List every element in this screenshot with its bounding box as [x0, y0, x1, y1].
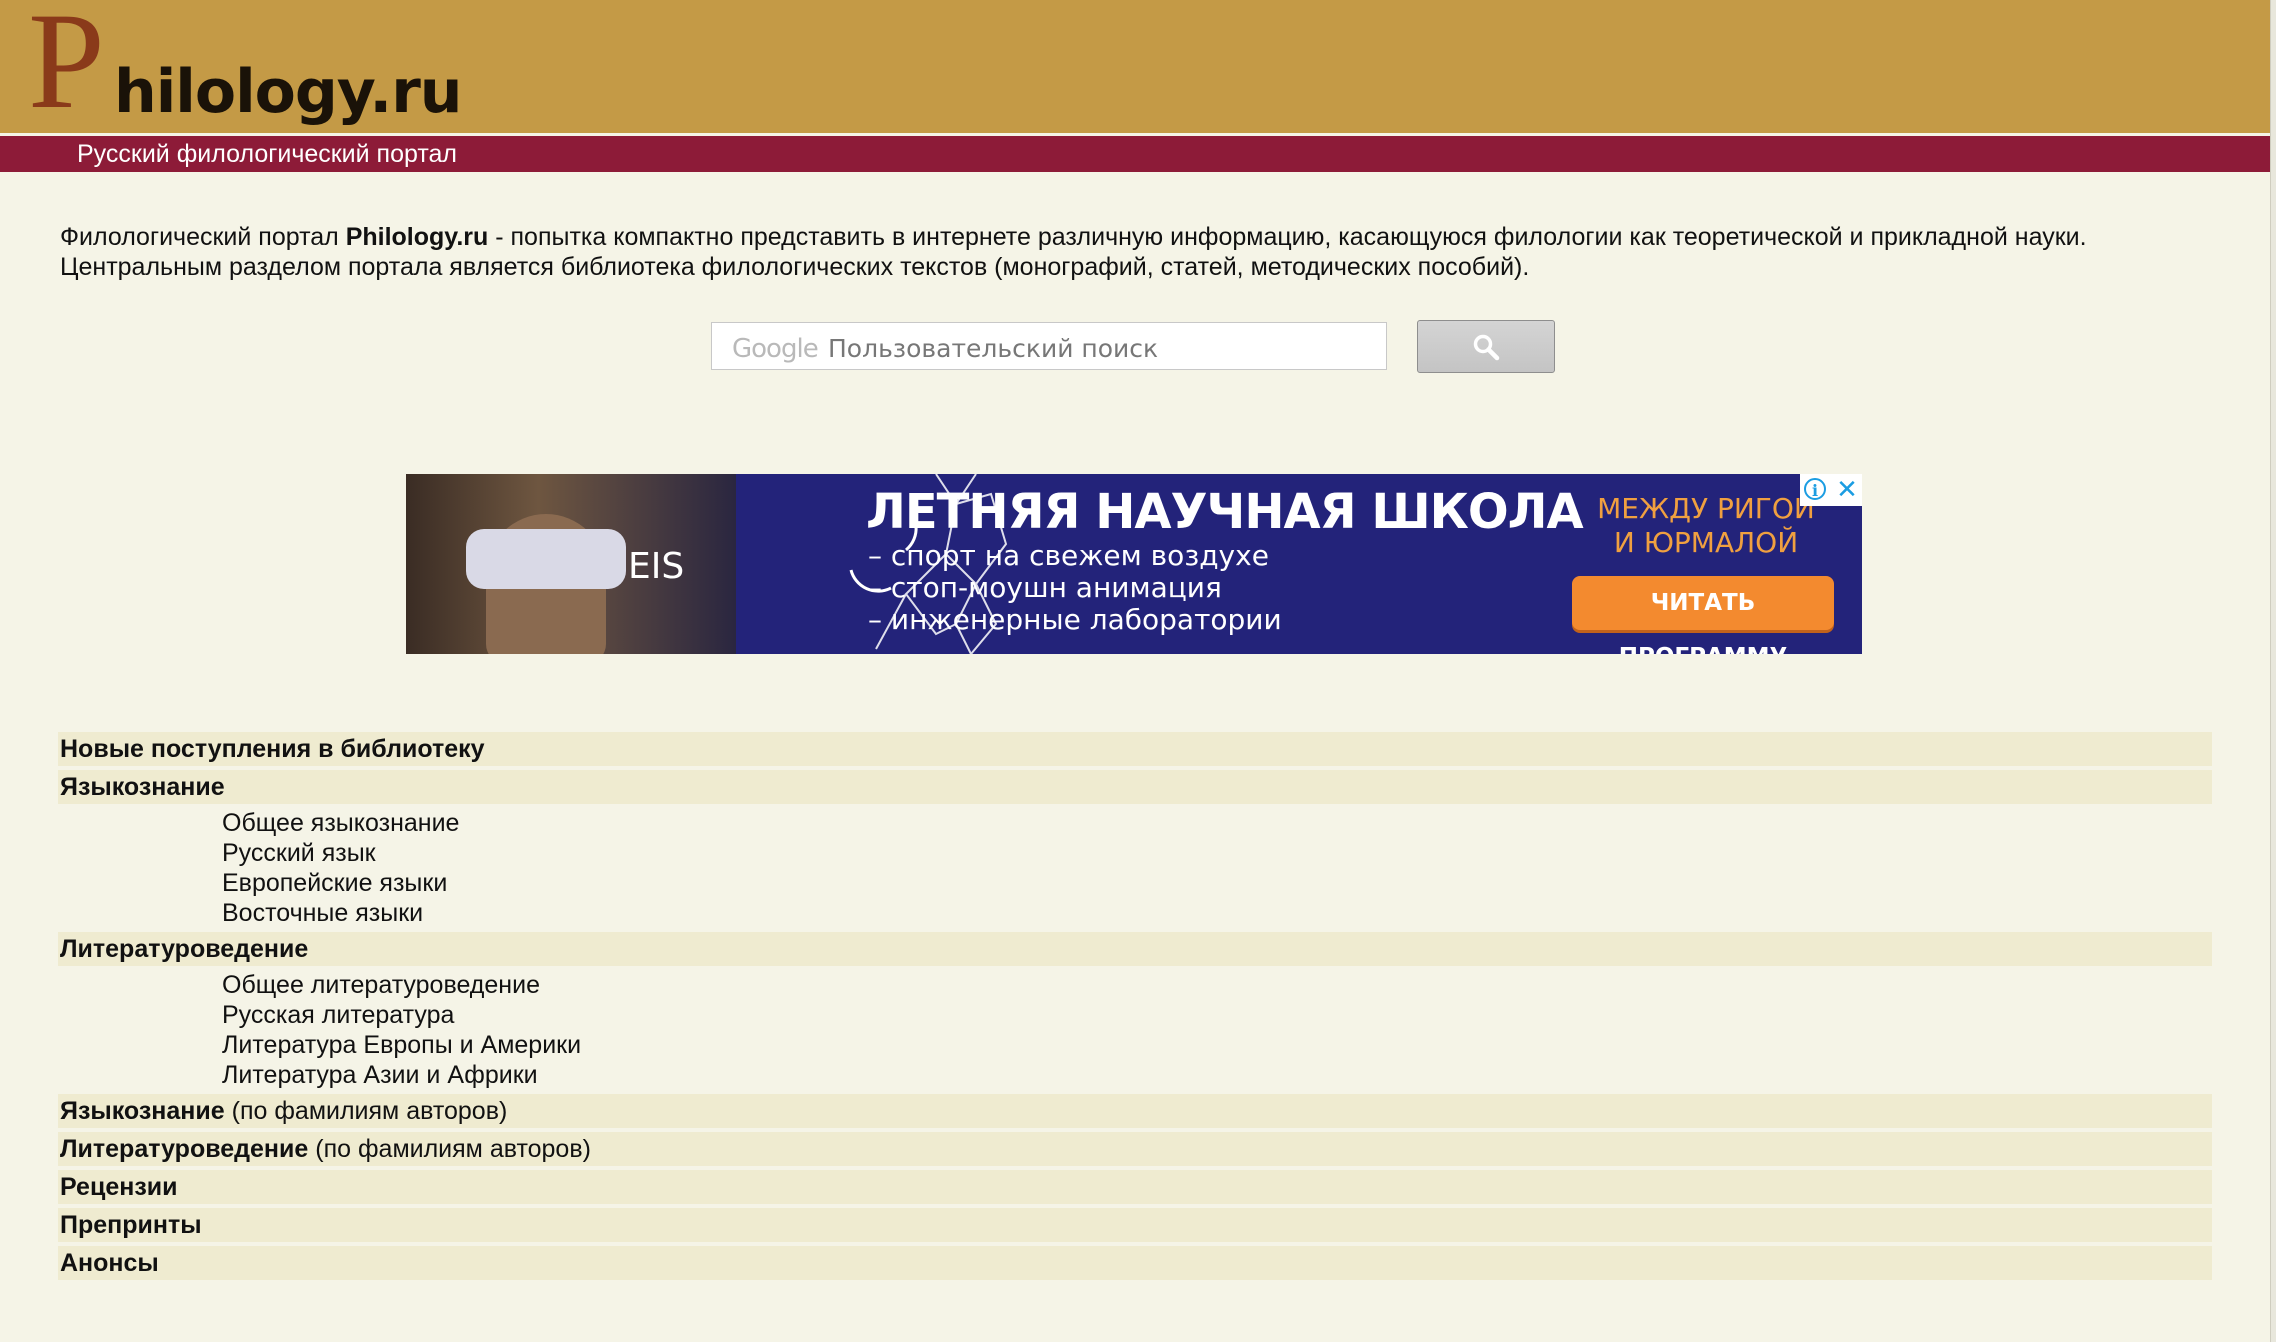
nav-link-literature-by-author[interactable]: Литературоведение (по фамилиям авторов): [60, 1135, 591, 1163]
tagline-band: Русский филологический портал: [0, 136, 2270, 172]
site-logo[interactable]: P hilology.ru: [28, 0, 548, 130]
nav-link-new-arrivals[interactable]: Новые поступления в библиотеку: [60, 735, 485, 763]
nav-label: Языкознание: [60, 773, 225, 801]
nav-reviews[interactable]: Рецензии: [58, 1170, 2212, 1204]
nav-label: Литературоведение: [60, 935, 309, 963]
nav-announcements[interactable]: Анонсы: [58, 1246, 2212, 1280]
ad-choices: i ✕: [1800, 474, 1862, 506]
nav-link-announcements[interactable]: Анонсы: [60, 1249, 159, 1277]
search-input[interactable]: [826, 329, 1370, 367]
ad-location-line: И ЮРМАЛОЙ: [1613, 526, 1799, 559]
nav-preprints[interactable]: Препринты: [58, 1208, 2212, 1242]
nav-linguistics[interactable]: Языкознание: [58, 770, 2212, 804]
intro-line-2: Центральным разделом портала является би…: [60, 253, 1530, 281]
intro-text: Филологический портал Philology.ru - поп…: [60, 222, 2240, 282]
logo-text: hilology.ru: [114, 57, 463, 127]
ad-title: ЛЕТНЯЯ НАУЧНАЯ ШКОЛА: [866, 484, 1584, 540]
literature-subnav: Общее литературоведение Русская литерату…: [58, 970, 2212, 1090]
search-icon: [1473, 334, 1500, 361]
logo-initial: P: [28, 0, 105, 137]
ad-info-icon[interactable]: i: [1804, 478, 1826, 500]
nav-link-preprints[interactable]: Препринты: [60, 1211, 202, 1239]
ad-bullets: – спорт на свежем воздухе – стоп-моушн а…: [868, 540, 1282, 636]
ad-bullet: – стоп-моушн анимация: [868, 571, 1222, 604]
subnav-item[interactable]: Общее языкознание: [222, 809, 459, 837]
site-tagline: Русский филологический портал: [77, 140, 458, 168]
ad-location: МЕЖДУ РИГОЙ И ЮРМАЛОЙ: [1586, 492, 1826, 560]
site-header: P hilology.ru: [0, 0, 2270, 133]
nav-label: Языкознание: [60, 1097, 225, 1125]
subnav-item[interactable]: Русская литература: [222, 1001, 454, 1029]
nav-label: Литературоведение: [60, 1135, 309, 1163]
nav-label: Рецензии: [60, 1173, 178, 1201]
subnav-item[interactable]: Литература Азии и Африки: [222, 1061, 538, 1089]
vr-headset-icon: [466, 529, 626, 589]
nav-link-literature[interactable]: Литературоведение: [60, 935, 308, 963]
nav-label-suffix: (по фамилиям авторов): [224, 1097, 508, 1125]
intro-site-name: Philology.ru: [345, 223, 489, 251]
nav-linguistics-by-author[interactable]: Языкознание (по фамилиям авторов): [58, 1094, 2212, 1128]
intro-line-1-pre: Филологический портал: [60, 223, 346, 251]
nav-label-suffix: (по фамилиям авторов): [308, 1135, 591, 1163]
ad-cta-button[interactable]: ЧИТАТЬ ПРОГРАММУ: [1572, 576, 1834, 654]
nav-link-linguistics[interactable]: Языкознание: [60, 773, 225, 801]
footer-text-cutoff: [60, 1326, 2160, 1342]
nav-literature-by-author[interactable]: Литературоведение (по фамилиям авторов): [58, 1132, 2212, 1166]
subnav-item[interactable]: Литература Европы и Америки: [222, 1031, 581, 1059]
search-button[interactable]: [1417, 320, 1555, 373]
nav-label: Анонсы: [60, 1249, 159, 1277]
nav-link-linguistics-by-author[interactable]: Языкознание (по фамилиям авторов): [60, 1097, 507, 1125]
nav-label: Препринты: [60, 1211, 202, 1239]
subnav-item[interactable]: Европейские языки: [222, 869, 447, 897]
ad-banner[interactable]: EIS ЛЕТНЯЯ НАУЧНАЯ ШКОЛА – спорт на свеж…: [406, 474, 1862, 654]
nav-new-arrivals[interactable]: Новые поступления в библиотеку: [58, 732, 2212, 766]
subnav-item[interactable]: Русский язык: [222, 839, 376, 867]
intro-line-1-post: - попытка компактно представить в интерн…: [488, 223, 2087, 251]
search-box[interactable]: Google: [711, 322, 1387, 370]
ad-location-line: МЕЖДУ РИГОЙ: [1597, 492, 1815, 525]
subnav-item[interactable]: Общее литературоведение: [222, 971, 540, 999]
nav-literature[interactable]: Литературоведение: [58, 932, 2212, 966]
intro-line-1: Филологический портал Philology.ru - поп…: [60, 222, 2240, 252]
window-scrollbar[interactable]: [2270, 0, 2276, 1342]
nav-label: Новые поступления в библиотеку: [60, 735, 485, 763]
ad-close-icon[interactable]: ✕: [1834, 476, 1860, 502]
ad-bullet: – спорт на свежем воздухе: [868, 539, 1269, 572]
library-nav: Новые поступления в библиотеку Языкознан…: [58, 732, 2212, 1284]
linguistics-subnav: Общее языкознание Русский язык Европейск…: [58, 808, 2212, 928]
ad-bullet: – инженерные лаборатории: [868, 603, 1282, 636]
ad-photo: [406, 474, 736, 654]
page: P hilology.ru Русский филологический пор…: [0, 0, 2270, 1342]
google-logo: Google: [732, 334, 819, 364]
subnav-item[interactable]: Восточные языки: [222, 899, 423, 927]
nav-link-reviews[interactable]: Рецензии: [60, 1173, 178, 1201]
ad-brand: EIS: [628, 546, 685, 587]
